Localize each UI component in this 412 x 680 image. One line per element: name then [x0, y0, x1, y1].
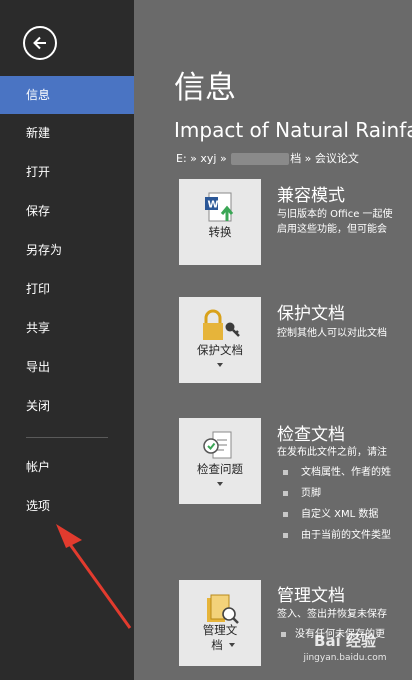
compat-mode-desc-line-2: 启用这些功能，但可能会 — [277, 224, 387, 235]
nav-item-options[interactable]: 选项 — [0, 487, 134, 525]
inspect-document-desc: 在发布此文件之前，请注 — [277, 447, 387, 458]
chevron-down-icon — [217, 482, 223, 486]
bullet-square-icon — [283, 532, 288, 538]
inspect-bullet: 自定义 XML 数据 — [283, 508, 378, 522]
nav-item-print[interactable]: 打印 — [0, 270, 134, 308]
chevron-down-icon — [217, 363, 223, 367]
convert-button-label: 转换 — [208, 225, 232, 239]
nav-item-export[interactable]: 导出 — [0, 348, 134, 386]
protect-document-title: 保护文档 — [277, 304, 345, 324]
bullet-square-icon — [283, 469, 288, 475]
nav-divider — [26, 437, 108, 438]
convert-button[interactable]: W 转换 — [179, 179, 261, 265]
svg-text:W: W — [208, 200, 219, 211]
check-issues-button-label: 检查问题 — [197, 462, 243, 476]
path-prefix: E: » xyj » — [176, 152, 231, 165]
manage-document-button-label-line-2: 档 — [211, 638, 223, 652]
nav-item-save-as[interactable]: 另存为 — [0, 231, 134, 269]
nav-item-info[interactable]: 信息 — [0, 76, 134, 114]
redacted-path-segment — [231, 153, 290, 165]
bullet-square-icon — [281, 631, 286, 637]
nav-item-share[interactable]: 共享 — [0, 309, 134, 347]
watermark-brand: Bai 经验 — [314, 632, 376, 650]
inspect-document-icon — [203, 431, 232, 459]
compat-mode-desc-line-1: 与旧版本的 Office 一起使 — [277, 209, 393, 220]
manage-document-desc: 签入、签出并恢复未保存 — [277, 609, 387, 620]
document-title: Impact of Natural Rainfall — [174, 118, 412, 142]
manage-document-button-label-line-1: 管理文 — [202, 623, 238, 637]
compat-mode-title: 兼容模式 — [277, 186, 345, 206]
inspect-bullet: 文档属性、作者的姓 — [283, 466, 391, 480]
path-suffix: 档 » 会议论文 — [290, 152, 359, 165]
inspect-bullet: 由于当前的文件类型 — [283, 529, 391, 543]
manage-document-button[interactable]: 管理文 档 — [179, 580, 261, 666]
red-annotation-arrow-icon — [56, 524, 132, 629]
inspect-bullet: 页脚 — [283, 487, 321, 501]
lock-key-icon — [203, 309, 240, 340]
watermark-url: jingyan.baidu.com — [303, 653, 387, 663]
inspect-document-title: 检查文档 — [277, 425, 345, 445]
arrow-left-icon — [33, 36, 46, 50]
protect-document-desc: 控制其他人可以对此文档 — [277, 328, 387, 339]
bullet-square-icon — [283, 511, 288, 517]
protect-document-button-label: 保护文档 — [197, 343, 243, 357]
baidu-jingyan-watermark: Bai 经验 jingyan.baidu.com — [290, 630, 400, 663]
nav-item-new[interactable]: 新建 — [0, 114, 134, 152]
manage-document-icon — [207, 594, 239, 624]
check-issues-button[interactable]: 检查问题 — [179, 418, 261, 504]
document-path[interactable]: E: » xyj » 档 » 会议论文 — [176, 150, 359, 166]
info-pane: 信息 Impact of Natural Rainfall E: » xyj »… — [134, 0, 412, 680]
protect-document-button[interactable]: 保护文档 — [179, 297, 261, 383]
chevron-down-icon — [229, 643, 235, 647]
nav-item-account[interactable]: 帐户 — [0, 448, 134, 486]
nav-item-save[interactable]: 保存 — [0, 192, 134, 230]
back-button[interactable] — [23, 26, 57, 60]
nav-item-open[interactable]: 打开 — [0, 153, 134, 191]
page-title: 信息 — [174, 70, 236, 106]
manage-document-title: 管理文档 — [277, 586, 345, 606]
word-convert-icon: W — [205, 192, 234, 222]
bullet-square-icon — [283, 490, 288, 496]
nav-item-close[interactable]: 关闭 — [0, 387, 134, 425]
backstage-sidebar: 信息 新建 打开 保存 另存为 打印 共享 导出 关闭 帐户 选项 — [0, 0, 134, 680]
